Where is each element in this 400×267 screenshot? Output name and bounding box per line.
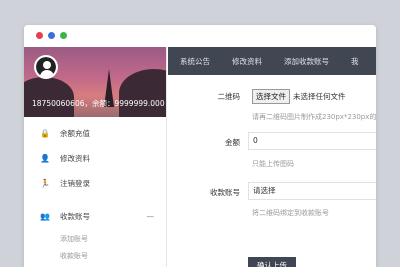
sidebar-group-label: 收款账号 — [60, 211, 90, 221]
profile-header: 18750060606，余额：9999999.000▼ — [24, 47, 166, 117]
sidebar-group-accounts[interactable]: 👥 收款账号 — — [24, 202, 166, 230]
amount-input[interactable]: 0 — [248, 132, 376, 150]
main-content: 系统公告 修改资料 添加收款账号 我 二维码 选择文件 未选择任何文件 请再二维… — [168, 47, 376, 267]
account-balance-dropdown[interactable]: 18750060606，余额：9999999.000▼ — [32, 98, 166, 109]
account-hint: 将二维码绑定到收款账号 — [252, 209, 329, 217]
account-label: 收款账号 — [210, 188, 240, 197]
account-balance-text: 18750060606，余额：9999999.000 — [32, 99, 165, 108]
amount-value: 0 — [253, 136, 258, 145]
sidebar-item-label: 余额充值 — [60, 129, 90, 138]
tab-me[interactable]: 我 — [351, 56, 359, 67]
account-select-value: 请选择 — [253, 186, 276, 195]
sidebar-item-recharge[interactable]: 🔒 余额充值 — [24, 121, 166, 146]
sidebar-subitem-add-account[interactable]: 添加账号 — [24, 230, 166, 247]
collapse-icon[interactable]: — — [147, 212, 155, 221]
app-window: 18750060606，余额：9999999.000▼ 🔒 余额充值 👤 修改资… — [24, 25, 376, 267]
amount-label: 金额 — [225, 138, 240, 147]
run-icon: 🏃 — [40, 179, 50, 188]
sidebar-subitem-accounts[interactable]: 收款账号 — [24, 247, 166, 264]
tab-edit-profile[interactable]: 修改资料 — [232, 56, 262, 67]
title-bar — [24, 25, 376, 47]
background-trees-right — [119, 69, 166, 117]
qr-label: 二维码 — [217, 92, 241, 101]
minimize-window-button[interactable] — [48, 32, 55, 39]
sidebar-item-label: 修改资料 — [60, 154, 90, 163]
lock-icon: 🔒 — [40, 129, 50, 138]
user-icon: 👤 — [40, 154, 50, 163]
upload-form: 二维码 选择文件 未选择任何文件 请再二维码图片制作成230px*230px的图… — [168, 75, 376, 267]
choose-file-button[interactable]: 选择文件 — [252, 89, 290, 104]
qr-file-picker: 选择文件 未选择任何文件 — [252, 89, 346, 104]
confirm-upload-button[interactable]: 确认上传 — [248, 257, 296, 267]
amount-hint: 只能上传图码 — [252, 160, 294, 168]
sidebar-item-logout[interactable]: 🏃 注销登录 — [24, 171, 166, 196]
users-icon: 👥 — [40, 211, 50, 221]
tab-announcements[interactable]: 系统公告 — [180, 56, 210, 67]
close-window-button[interactable] — [36, 32, 43, 39]
sidebar-item-edit-profile[interactable]: 👤 修改资料 — [24, 146, 166, 171]
avatar[interactable] — [34, 55, 58, 79]
sidebar-item-label: 注销登录 — [60, 179, 90, 188]
maximize-window-button[interactable] — [60, 32, 67, 39]
tab-add-account[interactable]: 添加收款账号 — [284, 56, 329, 67]
top-nav: 系统公告 修改资料 添加收款账号 我 — [168, 47, 376, 75]
sidebar: 18750060606，余额：9999999.000▼ 🔒 余额充值 👤 修改资… — [24, 47, 167, 267]
account-select[interactable]: 请选择 ▼ — [248, 182, 376, 200]
background-trees — [24, 77, 74, 117]
file-status: 未选择任何文件 — [293, 92, 346, 101]
sidebar-menu: 🔒 余额充值 👤 修改资料 🏃 注销登录 👥 收款账号 — 添加账号 收款账号 — [24, 117, 166, 264]
qr-hint: 请再二维码图片制作成230px*230px的图片进行 — [252, 113, 376, 121]
